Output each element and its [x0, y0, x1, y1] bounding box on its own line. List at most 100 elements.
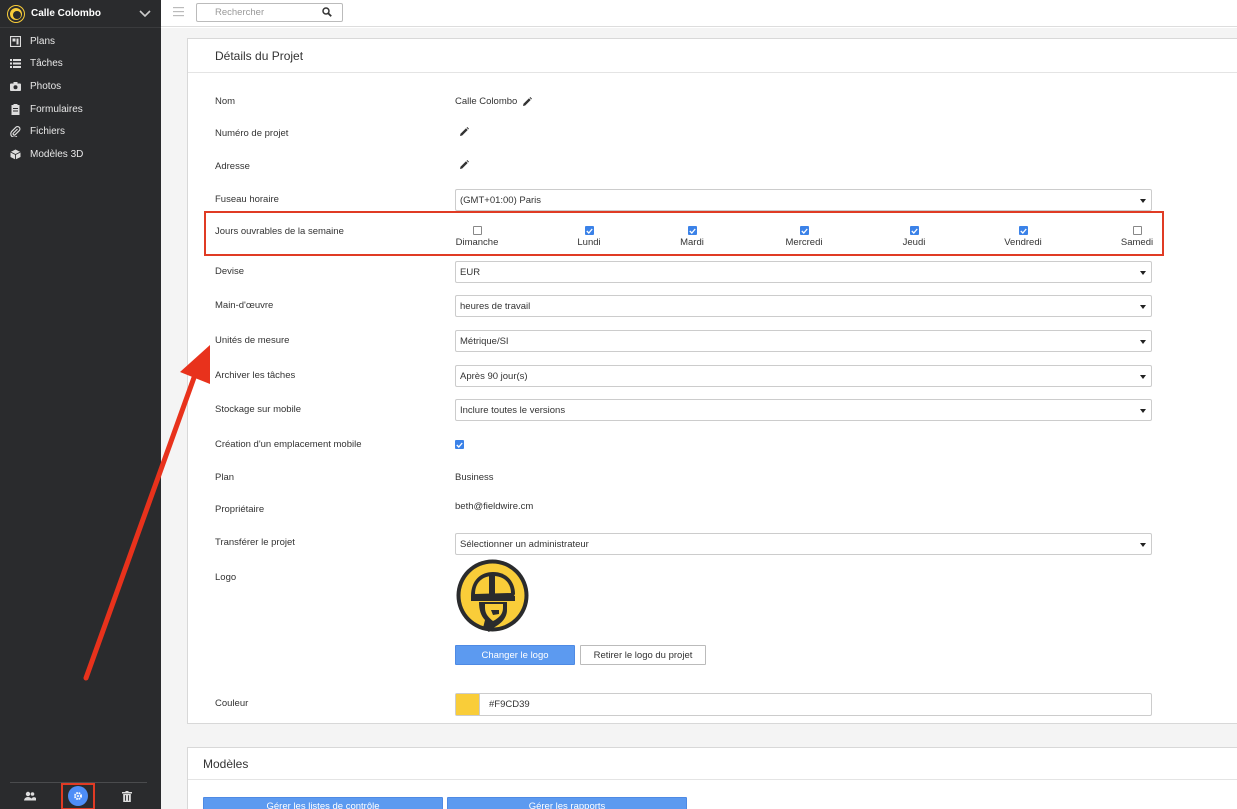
chevron-down-icon[interactable] — [137, 6, 153, 22]
paperclip-icon — [10, 126, 21, 138]
day-tuesday[interactable]: Mardi — [657, 226, 727, 248]
field-label: Nom — [215, 96, 236, 107]
sidebar-item-label: Plans — [30, 35, 56, 47]
select-value: Inclure toutes le versions — [460, 404, 566, 416]
sidebar-item-label: Tâches — [30, 58, 63, 70]
project-logo-image — [455, 558, 530, 636]
checkbox[interactable] — [1132, 226, 1142, 235]
day-label: Jeudi — [902, 237, 926, 248]
field-label: Transférer le projet — [215, 537, 295, 548]
search-icon[interactable] — [322, 7, 332, 20]
checkbox-checked[interactable] — [687, 226, 697, 235]
day-wednesday[interactable]: Mercredi — [769, 226, 839, 248]
pencil-icon[interactable] — [522, 96, 533, 107]
sidebar-item-plans[interactable]: Plans — [0, 30, 161, 53]
search-input[interactable] — [215, 7, 315, 18]
day-label: Samedi — [1120, 237, 1154, 248]
day-saturday[interactable]: Samedi — [1102, 226, 1172, 248]
pencil-icon[interactable] — [459, 127, 469, 137]
templates-card: Modèles Gérer les listes de contrôle Gér… — [187, 747, 1237, 809]
day-thursday[interactable]: Jeudi — [879, 226, 949, 248]
sidebar-item-tasks[interactable]: Tâches — [0, 53, 161, 76]
select-value: EUR — [460, 266, 481, 278]
archive-select[interactable]: Après 90 jour(s) — [455, 365, 1152, 387]
day-label: Mardi — [680, 237, 704, 248]
field-label: Archiver les tâches — [215, 370, 296, 381]
select-value: Métrique/SI — [460, 335, 509, 347]
select-value: heures de travail — [460, 300, 531, 312]
sidebar-item-3d-models[interactable]: Modèles 3D — [0, 143, 161, 166]
change-logo-button[interactable]: Changer le logo — [455, 645, 575, 665]
sidebar-item-label: Modèles 3D — [30, 148, 84, 160]
camera-icon — [10, 81, 21, 91]
day-friday[interactable]: Vendredi — [988, 226, 1058, 248]
field-label: Main-d'œuvre — [215, 300, 274, 311]
caret-down-icon — [1140, 199, 1146, 203]
checkbox[interactable] — [472, 226, 482, 235]
field-label: Adresse — [215, 161, 250, 172]
sidebar-item-files[interactable]: Fichiers — [0, 120, 161, 143]
checkbox-checked[interactable] — [799, 226, 809, 235]
checkbox-checked[interactable] — [584, 226, 594, 235]
transfer-select[interactable]: Sélectionner un administrateur — [455, 533, 1152, 555]
section-title: Détails du Projet — [188, 39, 1237, 73]
manage-checklists-button[interactable]: Gérer les listes de contrôle — [203, 797, 443, 809]
users-icon[interactable] — [21, 787, 39, 805]
day-label: Dimanche — [455, 237, 499, 248]
gear-icon — [68, 786, 89, 806]
caret-down-icon — [1140, 271, 1146, 275]
owner-value: beth@fieldwire.cm — [455, 501, 534, 512]
sidebar-item-photos[interactable]: Photos — [0, 75, 161, 98]
field-label: Devise — [215, 266, 245, 277]
color-input[interactable]: #F9CD39 — [455, 693, 1152, 716]
clipboard-icon — [11, 103, 20, 115]
sidebar: Calle Colombo Plans Tâches Photos Formul… — [0, 0, 161, 809]
caret-down-icon — [1140, 543, 1146, 547]
sidebar-item-forms[interactable]: Formulaires — [0, 98, 161, 121]
field-label: Jours ouvrables de la semaine — [215, 226, 344, 237]
caret-down-icon — [1140, 409, 1146, 413]
color-swatch[interactable] — [456, 694, 480, 715]
currency-select[interactable]: EUR — [455, 261, 1152, 283]
sidebar-item-label: Photos — [30, 80, 62, 92]
mobile-storage-select[interactable]: Inclure toutes le versions — [455, 399, 1152, 421]
day-label: Lundi — [577, 237, 601, 248]
caret-down-icon — [1140, 305, 1146, 309]
select-value: (GMT+01:00) Paris — [460, 194, 542, 206]
search-box[interactable] — [196, 3, 343, 22]
field-label: Création d'un emplacement mobile — [215, 439, 362, 450]
field-label: Plan — [215, 472, 235, 483]
plans-icon — [10, 35, 21, 47]
labor-select[interactable]: heures de travail — [455, 295, 1152, 317]
section-title: Modèles — [188, 748, 1237, 780]
color-value: #F9CD39 — [489, 699, 530, 710]
day-monday[interactable]: Lundi — [554, 226, 624, 248]
caret-down-icon — [1140, 340, 1146, 344]
mobile-location-checkbox[interactable] — [455, 440, 464, 449]
workdays-highlight: Jours ouvrables de la semaine Dimanche L… — [204, 211, 1164, 256]
cube-icon — [10, 149, 21, 160]
remove-logo-button[interactable]: Retirer le logo du projet — [580, 645, 706, 665]
menu-icon[interactable] — [173, 7, 184, 20]
field-label: Logo — [215, 572, 237, 583]
settings-button[interactable] — [61, 782, 96, 809]
checkbox-checked[interactable] — [909, 226, 919, 235]
select-value: Après 90 jour(s) — [460, 370, 528, 382]
list-icon — [10, 59, 21, 69]
pencil-icon[interactable] — [459, 160, 469, 170]
field-label: Numéro de projet — [215, 128, 289, 139]
field-label: Couleur — [215, 698, 249, 709]
project-name: Calle Colombo — [31, 8, 102, 19]
field-label: Stockage sur mobile — [215, 404, 302, 415]
day-sunday[interactable]: Dimanche — [442, 226, 512, 248]
project-switcher[interactable]: Calle Colombo — [0, 0, 161, 28]
manage-reports-button[interactable]: Gérer les rapports — [447, 797, 687, 809]
timezone-select[interactable]: (GMT+01:00) Paris — [455, 189, 1152, 211]
sidebar-item-label: Fichiers — [30, 126, 66, 138]
main-content: Détails du Projet Nom Calle Colombo Numé… — [161, 28, 1237, 809]
day-label: Vendredi — [1004, 237, 1042, 248]
checkbox-checked[interactable] — [1018, 226, 1028, 235]
sidebar-item-label: Formulaires — [30, 103, 83, 115]
units-select[interactable]: Métrique/SI — [455, 330, 1152, 352]
trash-icon[interactable] — [118, 787, 136, 805]
